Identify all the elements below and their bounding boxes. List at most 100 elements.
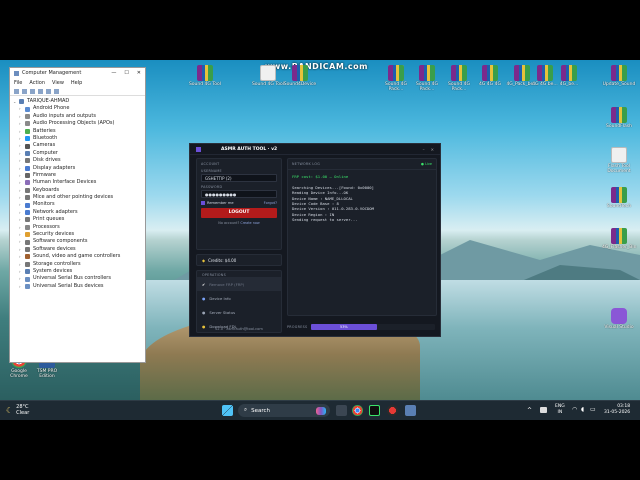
- auth-tool-window[interactable]: ASMR AUTH TOOL · v2 – ✕ ACCOUNT USERNAME…: [189, 143, 441, 337]
- auth-tool-taskbar-icon[interactable]: [369, 405, 380, 416]
- desktop-icon[interactable]: Sound4Device: [283, 65, 317, 87]
- menu-action[interactable]: Action: [29, 80, 45, 86]
- account-panel: ACCOUNT USERNAME GSHETTIP (2) PASSWORD ●…: [196, 158, 282, 250]
- tree-item[interactable]: › Android Phone: [19, 105, 142, 112]
- back-icon[interactable]: [14, 88, 19, 94]
- rar-icon: [611, 107, 627, 123]
- tree-item[interactable]: › Keyboards: [19, 187, 142, 194]
- tree-item-label: Audio inputs and outputs: [33, 112, 96, 119]
- tree-item[interactable]: › Software devices: [19, 246, 142, 253]
- info-icon: ●: [202, 295, 206, 301]
- password-field[interactable]: ●●●●●●●●●: [201, 190, 277, 198]
- operation-server-status[interactable]: ● Server Status: [197, 305, 281, 319]
- desktop-icon[interactable]: Sound 4G Tool: [251, 65, 285, 87]
- desktop-icon[interactable]: Update_Sound: [602, 65, 636, 87]
- tree-item[interactable]: › Firmware: [19, 172, 142, 179]
- desktop-icon[interactable]: Sound 4G Pack...: [410, 65, 444, 92]
- terminal-log: FRP cost: $1.00 — Online Searching Devic…: [288, 170, 436, 227]
- tree-item[interactable]: › Bluetooth: [19, 135, 142, 142]
- minimize-icon[interactable]: —: [111, 70, 116, 76]
- signup-link[interactable]: Create now: [240, 221, 259, 225]
- tree-item[interactable]: › Batteries: [19, 128, 142, 135]
- weather-widget[interactable]: ☾ 28°C Clear: [6, 404, 29, 416]
- desktop-icon[interactable]: Sound 4G Pack...: [442, 65, 476, 92]
- desktop-icon[interactable]: 4G 4G 4G: [473, 65, 507, 87]
- tree-item[interactable]: › Audio Processing Objects (APOs): [19, 120, 142, 127]
- tool-title-bar[interactable]: ASMR AUTH TOOL · v2 – ✕: [190, 144, 440, 155]
- tree-item[interactable]: › Cameras: [19, 142, 142, 149]
- desktop-icon[interactable]: 4G_be...: [552, 65, 586, 87]
- desktop-icon[interactable]: SoundFlash: [602, 107, 636, 129]
- tree-item[interactable]: › Mice and other pointing devices: [19, 194, 142, 201]
- tree-item[interactable]: › Sound, video and game controllers: [19, 253, 142, 260]
- desktop-icon[interactable]: SoundTech: [602, 187, 636, 209]
- letterbox-top: [0, 0, 640, 60]
- menu-file[interactable]: File: [14, 80, 22, 86]
- battery-icon[interactable]: ▭: [590, 406, 596, 413]
- tree-item[interactable]: › Monitors: [19, 201, 142, 208]
- wifi-icon[interactable]: ◠: [572, 406, 577, 413]
- taskbar-search[interactable]: ⌕ Search: [238, 404, 330, 417]
- desktop-icon[interactable]: Sound 4G Pack...: [379, 65, 413, 92]
- tree-item[interactable]: › Network adapters: [19, 209, 142, 216]
- operation-device-info[interactable]: ● Device Info: [197, 291, 281, 305]
- tree-item[interactable]: › Software components: [19, 238, 142, 245]
- close-icon[interactable]: ✕: [137, 70, 141, 76]
- menu-view[interactable]: View: [52, 80, 64, 86]
- title-bar[interactable]: Computer Management — ☐ ✕: [10, 68, 145, 78]
- remember-checkbox[interactable]: [201, 201, 205, 205]
- tray-app-icon[interactable]: [540, 407, 547, 413]
- forgot-link[interactable]: Forgot?: [264, 201, 277, 205]
- computer-management-window[interactable]: Computer Management — ☐ ✕ File Action Vi…: [9, 67, 146, 363]
- window-title: Computer Management: [22, 70, 82, 76]
- desktop-icon[interactable]: Visual Studio: [602, 308, 636, 330]
- username-field[interactable]: GSHETTIP (2): [201, 174, 277, 182]
- tree-item[interactable]: › Display adapters: [19, 165, 142, 172]
- menu-help[interactable]: Help: [71, 80, 82, 86]
- task-view-icon[interactable]: [336, 405, 347, 416]
- monitor-icon[interactable]: [54, 88, 59, 94]
- properties-icon[interactable]: [30, 88, 35, 94]
- rar-icon: [197, 65, 213, 81]
- maximize-icon[interactable]: ☐: [124, 70, 128, 76]
- tree-item[interactable]: › Print queues: [19, 216, 142, 223]
- tree-item[interactable]: › Processors: [19, 224, 142, 231]
- tree-item-label: Human Interface Devices: [33, 179, 97, 186]
- minimize-icon[interactable]: –: [423, 147, 425, 152]
- tree-item[interactable]: › Audio inputs and outputs: [19, 113, 142, 120]
- tree-item[interactable]: › Human Interface Devices: [19, 179, 142, 186]
- tree-item[interactable]: › Security devices: [19, 231, 142, 238]
- volume-icon[interactable]: ◖: [581, 406, 584, 413]
- device-icon: [25, 269, 30, 275]
- language-indicator[interactable]: ENG IN: [555, 404, 565, 416]
- computer-management-taskbar-icon[interactable]: [405, 405, 416, 416]
- operation-remove-frp[interactable]: ✔ Remove FRP (FRP): [197, 277, 281, 291]
- chrome-taskbar-icon[interactable]: [352, 405, 363, 416]
- logout-button[interactable]: LOGOUT: [201, 208, 277, 218]
- tree-root[interactable]: ⌄ TARIQUE-AHMAD: [13, 98, 142, 105]
- tree-item[interactable]: › System devices: [19, 268, 142, 275]
- chevron-up-icon[interactable]: ^: [527, 407, 532, 414]
- tree-item[interactable]: › Universal Serial Bus devices: [19, 283, 142, 290]
- tree-item[interactable]: › Storage controllers: [19, 261, 142, 268]
- bandicam-taskbar-icon[interactable]: [387, 405, 398, 416]
- windows-start-icon[interactable]: [222, 405, 233, 416]
- tree-item-label: Universal Serial Bus controllers: [33, 275, 111, 282]
- rar-icon: [419, 65, 435, 81]
- forward-icon[interactable]: [22, 88, 27, 94]
- tree-item-label: Security devices: [33, 231, 75, 238]
- desktop-icon[interactable]: 4G_Flasher_Bin: [602, 228, 636, 250]
- tree-item-label: Audio Processing Objects (APOs): [33, 120, 115, 127]
- refresh-icon[interactable]: [38, 88, 43, 94]
- desktop-icon[interactable]: Sound 4G Tool: [188, 65, 222, 87]
- clock[interactable]: 03:18 31-05-2026: [604, 404, 630, 416]
- close-icon[interactable]: ✕: [431, 147, 434, 152]
- desktop-icon[interactable]: Flash Tool Document: [602, 147, 636, 174]
- help-icon[interactable]: [46, 88, 51, 94]
- tree-item-label: Keyboards: [33, 186, 60, 193]
- tool-logo-icon: [196, 146, 201, 152]
- tree-item-label: Monitors: [33, 201, 55, 208]
- tree-item[interactable]: › Computer: [19, 150, 142, 157]
- tree-item[interactable]: › Universal Serial Bus controllers: [19, 275, 142, 282]
- tree-item[interactable]: › Disk drives: [19, 157, 142, 164]
